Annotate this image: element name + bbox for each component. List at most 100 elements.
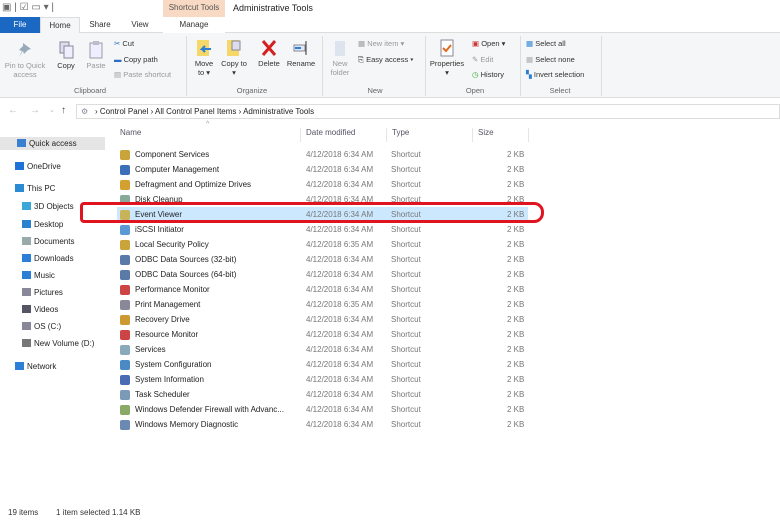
copy-to-button[interactable]: Copy to ▾ [221, 39, 247, 77]
file-row[interactable]: System Configuration 4/12/2018 6:34 AM S… [117, 357, 528, 372]
file-row[interactable]: Task Scheduler 4/12/2018 6:34 AM Shortcu… [117, 387, 528, 402]
file-type: Shortcut [391, 390, 421, 399]
file-row[interactable]: System Information 4/12/2018 6:34 AM Sho… [117, 372, 528, 387]
group-divider [322, 36, 323, 96]
forward-icon[interactable]: → [30, 105, 40, 116]
file-row[interactable]: Print Management 4/12/2018 6:35 AM Short… [117, 297, 528, 312]
star-icon [17, 139, 26, 147]
tab-view[interactable]: View [122, 17, 158, 33]
nav-item[interactable]: OS (C:) [22, 320, 61, 333]
easy-access-button[interactable]: ⎘ Easy access ▾ [358, 55, 413, 65]
properties-button[interactable]: Properties ▾ [428, 39, 466, 77]
file-row[interactable]: Services 4/12/2018 6:34 AM Shortcut 2 KB [117, 342, 528, 357]
nav-item[interactable]: 3D Objects [22, 200, 74, 213]
nav-item[interactable]: Documents [22, 235, 74, 248]
copy-path-label: Copy path [123, 55, 158, 64]
file-row[interactable]: Performance Monitor 4/12/2018 6:34 AM Sh… [117, 282, 528, 297]
back-icon[interactable]: ← [8, 105, 18, 116]
cut-button[interactable]: ✂ Cut [114, 39, 134, 49]
breadcrumb-control-panel[interactable]: Control Panel [100, 107, 148, 116]
file-date: 4/12/2018 6:34 AM [306, 270, 374, 279]
select-all-label: Select all [535, 39, 566, 48]
file-row[interactable]: Defragment and Optimize Drives 4/12/2018… [117, 177, 528, 192]
breadcrumb-administrative-tools[interactable]: Administrative Tools [243, 107, 314, 116]
edit-button[interactable]: ✎ Edit [472, 55, 493, 65]
drive-icon [22, 322, 31, 330]
shortcut-icon [120, 150, 130, 160]
file-type: Shortcut [391, 225, 421, 234]
nav-item[interactable]: Downloads [22, 252, 74, 265]
shortcut-icon [120, 375, 130, 385]
document-icon [22, 237, 31, 245]
history-button[interactable]: ◷ History [472, 70, 504, 80]
history-label: History [480, 70, 504, 79]
copy-button[interactable]: Copy [52, 41, 80, 70]
column-header-date[interactable]: Date modified [301, 128, 387, 142]
file-row[interactable]: iSCSI Initiator 4/12/2018 6:34 AM Shortc… [117, 222, 528, 237]
up-icon[interactable]: ↑ [61, 105, 66, 116]
file-size: 2 KB [507, 420, 525, 429]
new-folder-button[interactable]: New folder [326, 39, 354, 77]
desktop-icon [22, 220, 31, 228]
tab-manage[interactable]: Manage [163, 17, 225, 33]
selection-info: 1 item selected 1.14 KB [56, 508, 141, 517]
new-item-button[interactable]: ▦ New item ▾ [358, 39, 404, 49]
nav-item[interactable]: Desktop [22, 218, 63, 231]
nav-item[interactable]: OneDrive [15, 160, 61, 173]
invert-selection-label: Invert selection [533, 70, 585, 79]
address-input[interactable]: ⚙ › Control Panel › All Control Panel It… [76, 104, 780, 119]
paste-label: Paste [86, 61, 106, 70]
invert-selection-button[interactable]: ▚ Invert selection [526, 70, 584, 80]
select-none-button[interactable]: ▦ Select none [526, 55, 575, 65]
file-name: Performance Monitor [135, 285, 210, 294]
copy-icon [59, 41, 74, 59]
delete-label: Delete [258, 59, 280, 68]
window-title: Administrative Tools [233, 3, 313, 13]
file-row[interactable]: Computer Management 4/12/2018 6:34 AM Sh… [117, 162, 528, 177]
paste-shortcut-button[interactable]: ▤ Paste shortcut [114, 70, 171, 80]
paste-button[interactable]: Paste [82, 41, 110, 70]
tab-file[interactable]: File [0, 17, 40, 33]
column-header-name[interactable]: Name [115, 128, 301, 142]
file-row[interactable]: Resource Monitor 4/12/2018 6:34 AM Short… [117, 327, 528, 342]
nav-item[interactable]: Quick access [0, 137, 105, 150]
file-row[interactable]: ODBC Data Sources (32-bit) 4/12/2018 6:3… [117, 252, 528, 267]
paste-icon [89, 41, 103, 59]
open-button[interactable]: ▣ Open ▾ [472, 39, 505, 49]
new-folder-icon [335, 41, 345, 56]
copy-path-button[interactable]: ▬ Copy path [114, 55, 158, 65]
nav-item[interactable]: New Volume (D:) [22, 337, 94, 350]
nav-item[interactable]: Network [15, 360, 56, 373]
column-header-type[interactable]: Type [387, 128, 473, 142]
rename-button[interactable]: Rename [286, 39, 316, 68]
file-type: Shortcut [391, 270, 421, 279]
delete-button[interactable]: Delete [255, 39, 283, 68]
file-row[interactable]: ODBC Data Sources (64-bit) 4/12/2018 6:3… [117, 267, 528, 282]
file-row[interactable]: Recovery Drive 4/12/2018 6:34 AM Shortcu… [117, 312, 528, 327]
breadcrumb-all-items[interactable]: All Control Panel Items [155, 107, 236, 116]
file-row[interactable]: Windows Defender Firewall with Advanc...… [117, 402, 528, 417]
shortcut-icon [120, 255, 130, 265]
quick-access-toolbar[interactable]: ▣ | ☑ ▭ ▾ | [2, 2, 54, 13]
nav-item[interactable]: Pictures [22, 286, 63, 299]
file-row[interactable]: Local Security Policy 4/12/2018 6:35 AM … [117, 237, 528, 252]
file-name: Task Scheduler [135, 390, 190, 399]
shortcut-icon [120, 165, 130, 175]
nav-item-label: Desktop [34, 220, 64, 229]
shortcut-icon [120, 315, 130, 325]
select-all-button[interactable]: ▦ Select all [526, 39, 566, 49]
group-divider [425, 36, 426, 96]
new-folder-label: New folder [330, 59, 350, 77]
column-header-size[interactable]: Size [473, 128, 529, 142]
tab-share[interactable]: Share [82, 17, 118, 33]
file-row[interactable]: Component Services 4/12/2018 6:34 AM Sho… [117, 147, 528, 162]
nav-item[interactable]: Videos [22, 303, 58, 316]
pin-to-quick-access-button[interactable]: Pin to Quick access [3, 41, 47, 79]
nav-item[interactable]: Music [22, 269, 55, 282]
tab-home[interactable]: Home [40, 17, 80, 33]
nav-item[interactable]: This PC [15, 182, 55, 195]
move-to-button[interactable]: Move to ▾ [191, 39, 217, 77]
file-size: 2 KB [507, 390, 525, 399]
file-row[interactable]: Windows Memory Diagnostic 4/12/2018 6:34… [117, 417, 528, 432]
recent-locations-icon[interactable]: ⌄ [49, 106, 55, 114]
